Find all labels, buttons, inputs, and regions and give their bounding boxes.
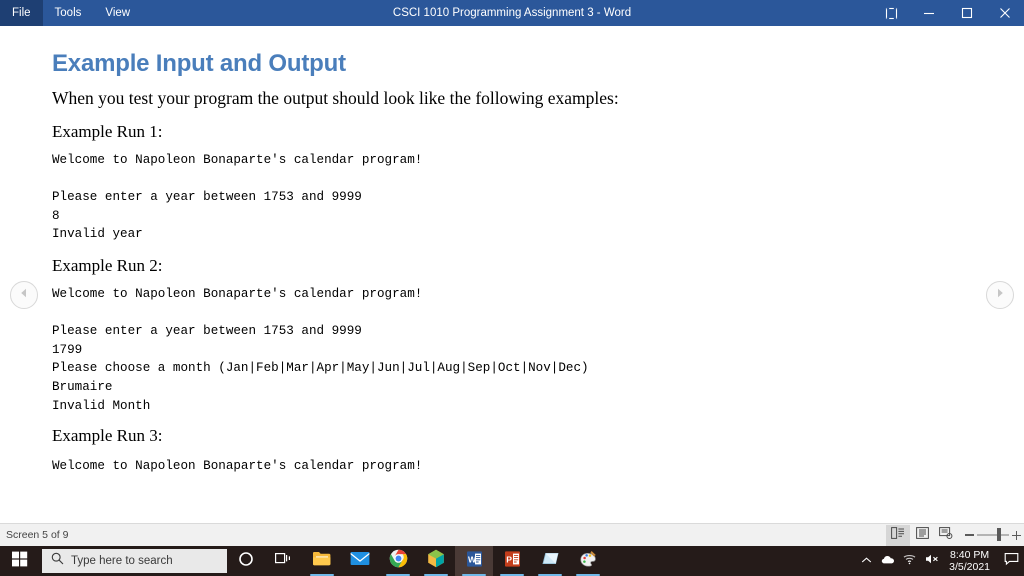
arrow-right-icon xyxy=(994,286,1006,304)
svg-text:W: W xyxy=(468,554,477,564)
menu-tools[interactable]: Tools xyxy=(43,0,94,26)
clock-time: 8:40 PM xyxy=(950,549,990,561)
read-mode-button[interactable] xyxy=(886,524,910,546)
notification-icon xyxy=(1004,552,1019,571)
ribbon-display-options-icon xyxy=(885,7,898,20)
close-button[interactable] xyxy=(986,0,1024,26)
maximize-button[interactable] xyxy=(948,0,986,26)
task-view-button[interactable] xyxy=(265,546,303,576)
window-title: CSCI 1010 Programming Assignment 3 - Wor… xyxy=(392,7,632,19)
task-view-icon xyxy=(275,552,293,571)
example-run-2-label: Example Run 2: xyxy=(52,256,163,275)
title-bar: File Tools View CSCI 1010 Programming As… xyxy=(0,0,1024,26)
intro-paragraph: When you test your program the output sh… xyxy=(52,88,619,108)
zoom-out-icon[interactable] xyxy=(965,534,974,536)
zoom-in-icon[interactable] xyxy=(1012,530,1021,540)
cortana-button[interactable] xyxy=(227,546,265,576)
sticky-notes-icon xyxy=(541,551,560,572)
paint-button[interactable] xyxy=(569,546,607,576)
next-screen-button[interactable] xyxy=(986,281,1014,309)
minimize-icon xyxy=(923,7,935,19)
windows-logo-icon xyxy=(12,551,28,572)
svg-text:P: P xyxy=(506,554,512,564)
zoom-thumb[interactable] xyxy=(997,528,1001,542)
zoom-track[interactable] xyxy=(977,528,1009,542)
menu-file[interactable]: File xyxy=(0,0,43,26)
page-heading: Example Input and Output xyxy=(52,50,346,77)
volume-button[interactable] xyxy=(921,546,943,576)
search-input[interactable]: Type here to search xyxy=(42,549,227,573)
word-button[interactable]: W xyxy=(455,546,493,576)
wifi-icon xyxy=(903,552,917,570)
maximize-icon xyxy=(961,7,973,19)
onedrive-button[interactable] xyxy=(877,546,899,576)
search-icon xyxy=(51,552,64,570)
onedrive-icon xyxy=(881,552,896,570)
screen-indicator[interactable]: Screen 5 of 9 xyxy=(0,529,68,541)
example-run-1-console: Welcome to Napoleon Bonaparte's calendar… xyxy=(52,153,423,242)
word-icon: W xyxy=(466,550,483,573)
minimize-button[interactable] xyxy=(910,0,948,26)
clock-date: 3/5/2021 xyxy=(949,561,990,573)
status-bar: Screen 5 of 9 xyxy=(0,523,1024,546)
print-layout-button[interactable] xyxy=(910,525,934,546)
web-layout-button[interactable] xyxy=(934,525,958,546)
action-center-button[interactable] xyxy=(998,546,1024,576)
zoom-slider[interactable] xyxy=(962,525,1024,546)
example-run-1-label: Example Run 1: xyxy=(52,122,163,141)
cortana-icon xyxy=(238,551,254,572)
file-explorer-icon xyxy=(312,550,332,572)
read-mode-icon xyxy=(891,526,905,544)
print-layout-icon xyxy=(915,526,929,544)
close-icon xyxy=(999,7,1011,19)
hexagon-app-icon xyxy=(427,549,445,573)
web-layout-icon xyxy=(939,526,953,544)
sticky-notes-button[interactable] xyxy=(531,546,569,576)
clock[interactable]: 8:40 PM 3/5/2021 xyxy=(943,546,998,576)
view-buttons-group xyxy=(886,524,962,546)
arrow-left-icon xyxy=(18,286,30,304)
ribbon-display-options-button[interactable] xyxy=(872,0,910,26)
powerpoint-button[interactable]: P xyxy=(493,546,531,576)
system-tray: 8:40 PM 3/5/2021 xyxy=(855,546,1024,576)
powerpoint-icon: P xyxy=(504,550,521,573)
paint-icon xyxy=(579,550,598,573)
example-run-3-console: Welcome to Napoleon Bonaparte's calendar… xyxy=(52,459,423,473)
document-canvas: Example Input and Output When you test y… xyxy=(0,26,1024,523)
window-controls xyxy=(872,0,1024,26)
chrome-icon xyxy=(389,549,408,573)
mail-icon xyxy=(350,551,370,571)
speaker-muted-icon xyxy=(925,552,940,570)
network-button[interactable] xyxy=(899,546,921,576)
taskbar: Type here to search W P 8:40 PM 3/5/2021 xyxy=(0,546,1024,576)
example-run-2-console: Welcome to Napoleon Bonaparte's calendar… xyxy=(52,287,589,413)
menu-view[interactable]: View xyxy=(93,0,142,26)
chevron-up-icon xyxy=(861,552,872,570)
file-explorer-button[interactable] xyxy=(303,546,341,576)
example-run-3-label: Example Run 3: xyxy=(52,426,163,445)
previous-screen-button[interactable] xyxy=(10,281,38,309)
search-placeholder: Type here to search xyxy=(71,555,173,567)
app-hexagon-button[interactable] xyxy=(417,546,455,576)
show-hidden-icons-button[interactable] xyxy=(855,546,877,576)
start-button[interactable] xyxy=(0,546,40,576)
chrome-button[interactable] xyxy=(379,546,417,576)
mail-button[interactable] xyxy=(341,546,379,576)
